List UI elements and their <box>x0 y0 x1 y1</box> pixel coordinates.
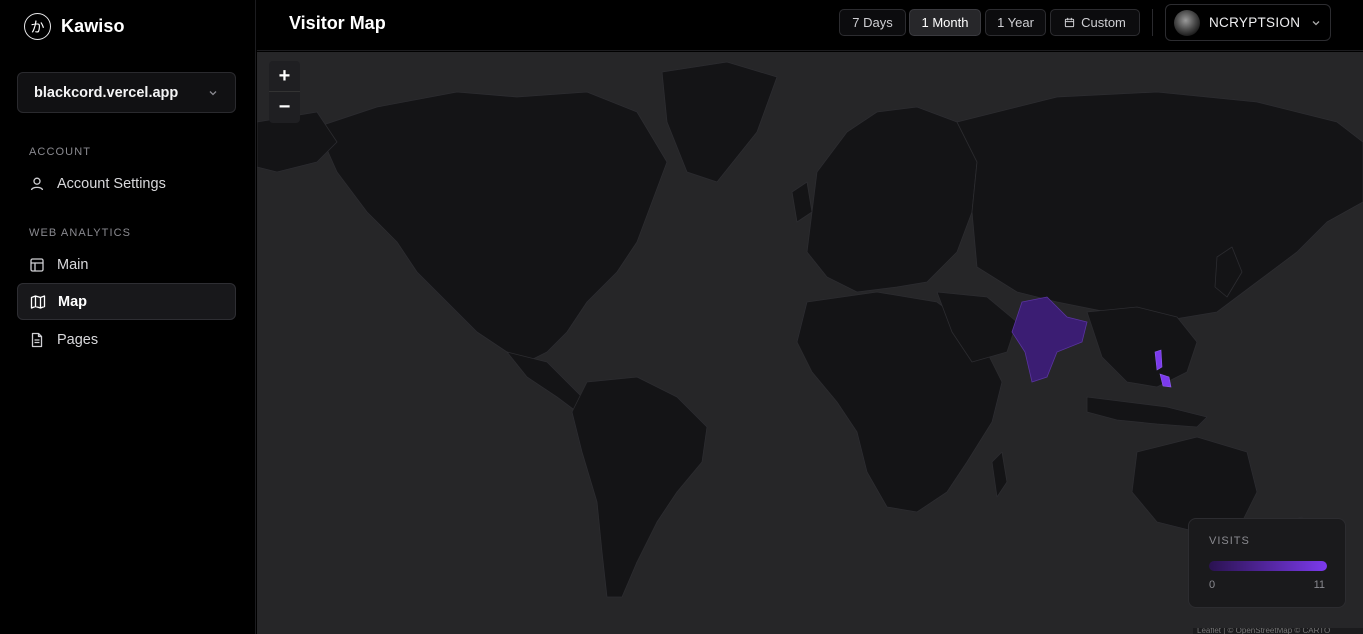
user-name: NCRYPTSION <box>1209 15 1301 30</box>
brand-name: Kawiso <box>61 16 125 36</box>
range-1-year-button[interactable]: 1 Year <box>985 9 1046 36</box>
legend-gradient-bar <box>1209 561 1327 571</box>
legend-min: 0 <box>1209 579 1216 591</box>
range-custom-button[interactable]: Custom <box>1050 9 1140 36</box>
brand-logo-icon: か <box>24 13 51 40</box>
region-central-america <box>506 351 588 413</box>
legend-scale: 0 11 <box>1209 579 1325 591</box>
zoom-out-button[interactable]: − <box>269 92 300 122</box>
chevron-down-icon <box>209 90 217 95</box>
calendar-icon <box>1064 17 1075 28</box>
map-attribution[interactable]: Leaflet | © OpenStreetMap © CARTO <box>1193 628 1363 634</box>
map-icon <box>30 294 46 309</box>
range-label: 1 Year <box>997 15 1034 30</box>
app-root: か Kawiso blackcord.vercel.app ACCOUNT Ac… <box>0 0 1363 634</box>
region-greenland <box>661 61 778 183</box>
zoom-in-button[interactable]: + <box>269 61 300 91</box>
region-south-america <box>571 376 708 598</box>
site-selector-value: blackcord.vercel.app <box>34 84 179 101</box>
legend-max: 11 <box>1313 579 1325 591</box>
layout-icon <box>30 257 44 272</box>
user-menu-button[interactable]: NCRYPTSION <box>1165 4 1331 41</box>
range-7-days-button[interactable]: 7 Days <box>839 9 906 36</box>
top-header: Visitor Map 7 Days 1 Month 1 Year Custom… <box>257 0 1363 51</box>
region-southeast-asia <box>1086 306 1198 388</box>
range-label: 1 Month <box>921 15 969 30</box>
sidebar-item-label: Account Settings <box>57 175 166 192</box>
range-label: 7 Days <box>852 15 893 30</box>
sidebar-item-label: Main <box>57 256 89 273</box>
visits-legend: VISITS 0 11 <box>1188 518 1346 608</box>
sidebar: か Kawiso blackcord.vercel.app ACCOUNT Ac… <box>0 0 256 634</box>
region-europe <box>806 106 978 293</box>
sidebar-item-map[interactable]: Map <box>17 283 236 320</box>
header-divider <box>1152 9 1153 36</box>
site-selector[interactable]: blackcord.vercel.app <box>17 72 236 113</box>
sidebar-item-label: Map <box>58 293 87 310</box>
region-north-america <box>316 91 668 363</box>
legend-title: VISITS <box>1209 535 1250 547</box>
section-label-web-analytics: WEB ANALYTICS <box>29 227 132 239</box>
file-text-icon <box>31 332 43 347</box>
visitor-map[interactable]: + − VISITS 0 11 Leaflet | © OpenStreetMa… <box>257 52 1363 634</box>
user-icon <box>30 177 44 190</box>
sidebar-item-pages[interactable]: Pages <box>17 321 236 358</box>
region-india <box>1011 296 1088 383</box>
sidebar-item-account-settings[interactable]: Account Settings <box>17 165 236 202</box>
chevron-down-icon <box>1312 20 1320 25</box>
region-asia <box>956 91 1363 323</box>
range-label: Custom <box>1081 15 1126 30</box>
region-madagascar <box>991 451 1008 498</box>
avatar <box>1174 9 1200 36</box>
zoom-controls: + − <box>269 61 300 123</box>
sidebar-item-main[interactable]: Main <box>17 246 236 283</box>
sidebar-item-label: Pages <box>57 331 99 348</box>
range-1-month-button[interactable]: 1 Month <box>909 9 981 36</box>
brand[interactable]: か Kawiso <box>24 13 125 40</box>
section-label-account: ACCOUNT <box>29 146 92 158</box>
region-uk <box>791 181 813 223</box>
region-indonesia <box>1086 396 1208 428</box>
page-title: Visitor Map <box>289 13 386 33</box>
